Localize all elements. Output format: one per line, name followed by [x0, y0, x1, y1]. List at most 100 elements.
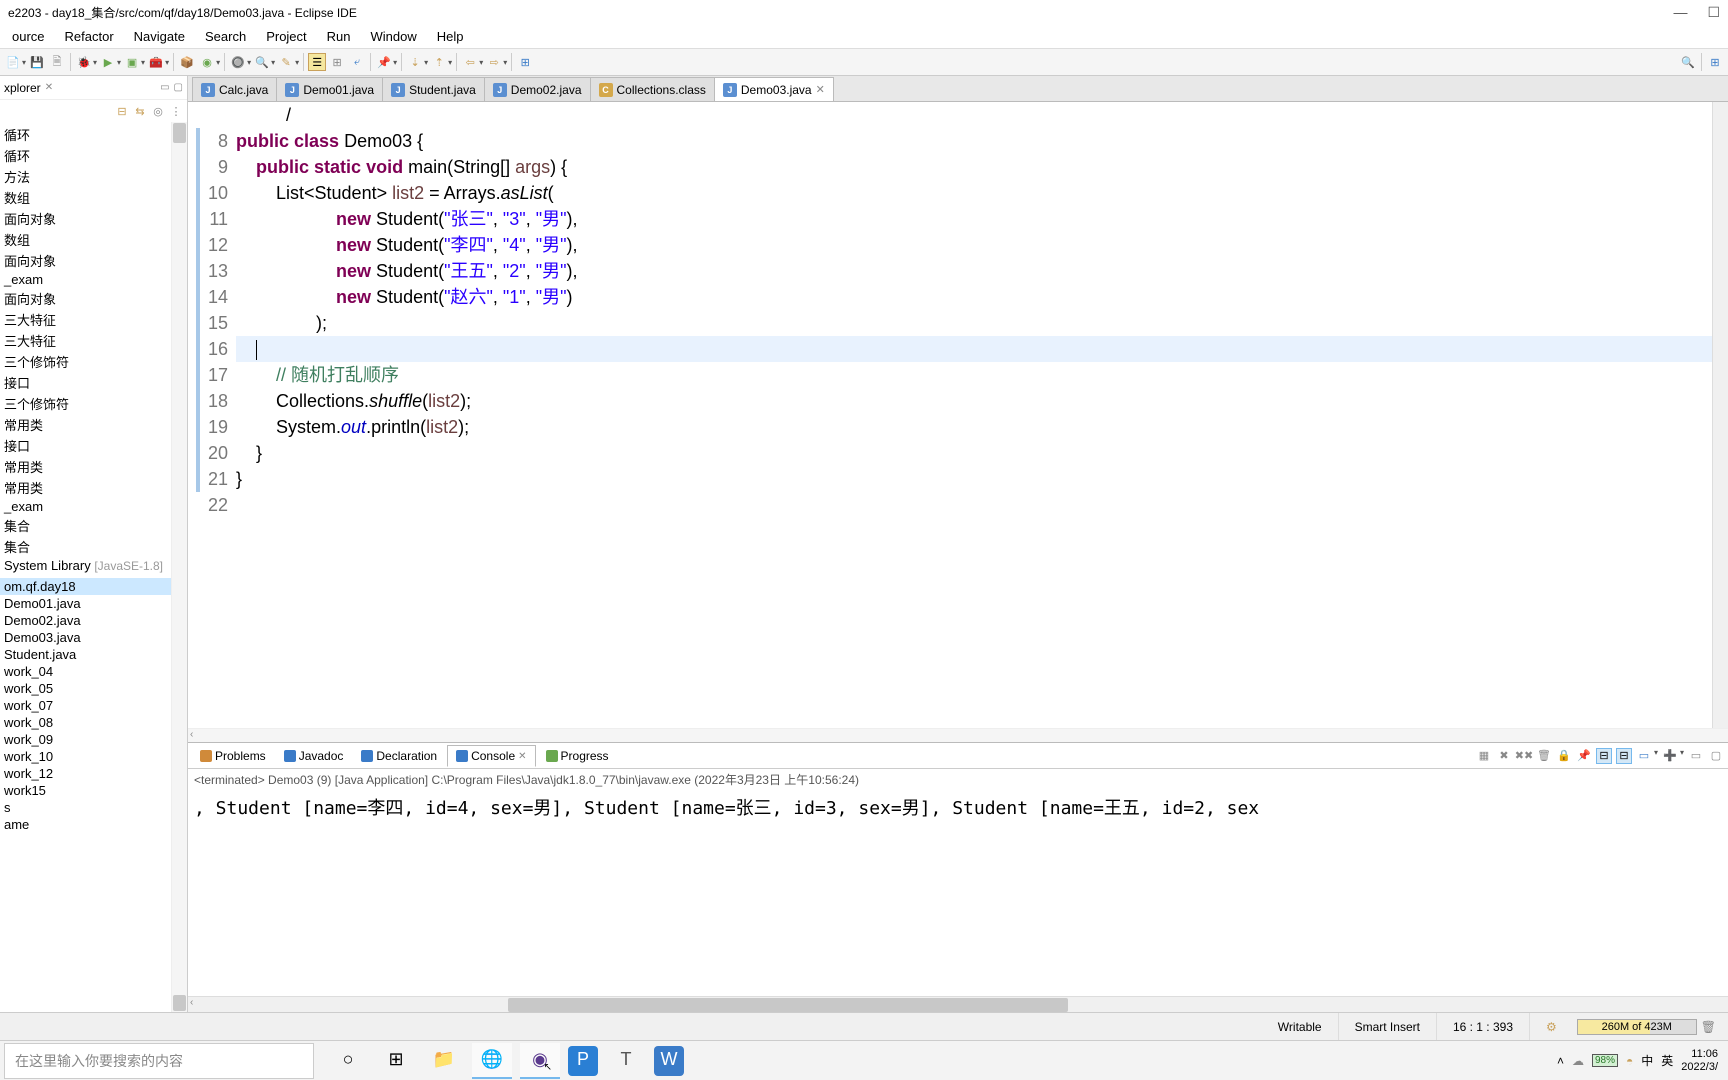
menu-window[interactable]: Window — [363, 27, 425, 46]
tree-item[interactable]: work_04 — [0, 663, 171, 680]
tree-item[interactable]: 常用类 — [0, 414, 171, 435]
focus-task-icon[interactable]: ◎ — [151, 104, 165, 118]
console-hscrollbar[interactable]: ‹ — [188, 996, 1728, 1012]
dropdown-arrow-icon[interactable]: ▾ — [93, 58, 97, 67]
tree-item[interactable]: 集合 — [0, 515, 171, 536]
browser-icon[interactable]: 🌐 — [472, 1043, 512, 1079]
dropdown-arrow-icon[interactable]: ▾ — [216, 58, 220, 67]
menu-navigate[interactable]: Navigate — [126, 27, 193, 46]
code-line[interactable]: public class Demo03 { — [236, 128, 1712, 154]
back-button[interactable]: ⇦ — [461, 53, 479, 71]
menu-search[interactable]: Search — [197, 27, 254, 46]
toggle-mark-button[interactable]: ☰ — [308, 53, 326, 71]
console-output[interactable]: , Student [name=李四, id=4, sex=男], Studen… — [188, 790, 1728, 996]
tree-item[interactable]: work_08 — [0, 714, 171, 731]
debug-button[interactable]: 🐞 — [75, 53, 93, 71]
link-editor-icon[interactable]: ⇆ — [133, 104, 147, 118]
next-annotation-button[interactable]: ⇣ — [406, 53, 424, 71]
menu-refactor[interactable]: Refactor — [57, 27, 122, 46]
tray-onedrive-icon[interactable]: ☁ — [1572, 1054, 1584, 1068]
dropdown-arrow-icon[interactable]: ▾ — [22, 58, 26, 67]
prev-annotation-button[interactable]: ⇡ — [430, 53, 448, 71]
code-line[interactable]: } — [236, 466, 1712, 492]
editor-hscrollbar[interactable]: ‹ — [188, 728, 1728, 742]
dropdown-arrow-icon[interactable]: ▾ — [424, 58, 428, 67]
maximize-panel-icon[interactable]: ▢ — [1708, 748, 1724, 764]
clear-console-icon[interactable]: 🗑 — [1536, 748, 1552, 764]
menu-run[interactable]: Run — [319, 27, 359, 46]
tree-item[interactable]: ame — [0, 816, 171, 833]
editor-tab[interactable]: JDemo01.java — [276, 77, 383, 101]
pin-button[interactable]: 📌 — [375, 53, 393, 71]
tree-item[interactable]: 接口 — [0, 435, 171, 456]
minimize-panel-icon[interactable]: ▭ — [1688, 748, 1704, 764]
collapse-all-icon[interactable]: ⊟ — [115, 104, 129, 118]
open-type-button[interactable]: 🔘 — [229, 53, 247, 71]
tree-item[interactable]: work_10 — [0, 748, 171, 765]
open-console-icon[interactable]: ➕ — [1662, 748, 1678, 764]
panel-tab-progress[interactable]: Progress — [538, 746, 617, 766]
code-content[interactable]: /public class Demo03 { public static voi… — [236, 102, 1712, 728]
code-line[interactable]: / — [236, 102, 1712, 128]
remove-launch-icon[interactable]: ✖ — [1496, 748, 1512, 764]
quick-access-button[interactable]: 🔍 — [1679, 53, 1697, 71]
tree-item[interactable]: Demo03.java — [0, 629, 171, 646]
search-button[interactable]: 🔍 — [253, 53, 271, 71]
minimize-view-icon[interactable]: ▭ — [160, 82, 169, 93]
tree-item[interactable]: s — [0, 799, 171, 816]
wand-button[interactable]: ✎ — [277, 53, 295, 71]
code-line[interactable] — [236, 336, 1712, 362]
app-t-icon[interactable]: T — [606, 1043, 646, 1079]
app-w-icon[interactable]: W — [654, 1046, 684, 1076]
tree-item[interactable]: 三大特征 — [0, 309, 171, 330]
app-p-icon[interactable]: P — [568, 1046, 598, 1076]
run-button[interactable]: ▶ — [99, 53, 117, 71]
code-line[interactable]: public static void main(String[] args) { — [236, 154, 1712, 180]
panel-tab-console[interactable]: Console ✕ — [447, 745, 535, 767]
tree-item[interactable]: 三个修饰符 — [0, 351, 171, 372]
tree-item[interactable]: Student.java — [0, 646, 171, 663]
battery-status[interactable]: 98% — [1592, 1054, 1618, 1067]
code-line[interactable]: } — [236, 440, 1712, 466]
heap-status[interactable]: 260M of 423M — [1577, 1019, 1697, 1035]
code-line[interactable]: new Student("赵六", "1", "男") — [236, 284, 1712, 310]
menu-project[interactable]: Project — [258, 27, 314, 46]
tree-item[interactable]: 面向对象 — [0, 288, 171, 309]
task-view-icon[interactable]: ⊞ — [376, 1043, 416, 1079]
editor-tab[interactable]: JCalc.java — [192, 77, 277, 101]
tree-item[interactable]: work_12 — [0, 765, 171, 782]
editor-tab[interactable]: JDemo02.java — [484, 77, 591, 101]
show-console-on-err-icon[interactable]: ⊟ — [1616, 748, 1632, 764]
code-editor[interactable]: 8910111213141516171819202122 /public cla… — [188, 102, 1728, 728]
tree-item-library[interactable]: System Library [JavaSE-1.8] — [0, 557, 171, 574]
menu-source[interactable]: ource — [4, 27, 53, 46]
dropdown-arrow-icon[interactable]: ▾ — [247, 58, 251, 67]
code-line[interactable]: System.out.println(list2); — [236, 414, 1712, 440]
tree-item[interactable]: Demo01.java — [0, 595, 171, 612]
save-button[interactable]: 💾 — [28, 53, 46, 71]
editor-tab[interactable]: JDemo03.java✕ — [714, 77, 834, 101]
editor-vscrollbar[interactable] — [1712, 102, 1728, 728]
perspective-button[interactable]: ⊞ — [1706, 53, 1724, 71]
tree-item[interactable]: 方法 — [0, 166, 171, 187]
tree-item[interactable]: 循环 — [0, 124, 171, 145]
tree-item[interactable]: 常用类 — [0, 456, 171, 477]
maximize-view-icon[interactable]: ▢ — [174, 82, 183, 93]
terminate-all-icon[interactable]: ▦ — [1476, 748, 1492, 764]
maximize-button[interactable]: ☐ — [1707, 4, 1720, 21]
code-line[interactable]: new Student("张三", "3", "男"), — [236, 206, 1712, 232]
new-type-button[interactable]: ◉ — [198, 53, 216, 71]
tree-item[interactable]: work_05 — [0, 680, 171, 697]
tree-item[interactable]: 三个修饰符 — [0, 393, 171, 414]
panel-tab-declaration[interactable]: Declaration — [353, 746, 445, 766]
new-button[interactable]: 📄 — [4, 53, 22, 71]
scrollbar-thumb[interactable] — [173, 123, 186, 143]
tree-item[interactable]: work_07 — [0, 697, 171, 714]
editor-tab[interactable]: JStudent.java — [382, 77, 485, 101]
toggle-word-wrap-button[interactable]: ⤶ — [348, 53, 366, 71]
windows-search-input[interactable]: 在这里输入你要搜索的内容 — [4, 1043, 314, 1079]
external-tools-button[interactable]: 🧰 — [147, 53, 165, 71]
tree-item[interactable]: 接口 — [0, 372, 171, 393]
taskbar-clock[interactable]: 11:06 2022/3/ — [1681, 1048, 1718, 1074]
code-line[interactable]: // 随机打乱顺序 — [236, 362, 1712, 388]
